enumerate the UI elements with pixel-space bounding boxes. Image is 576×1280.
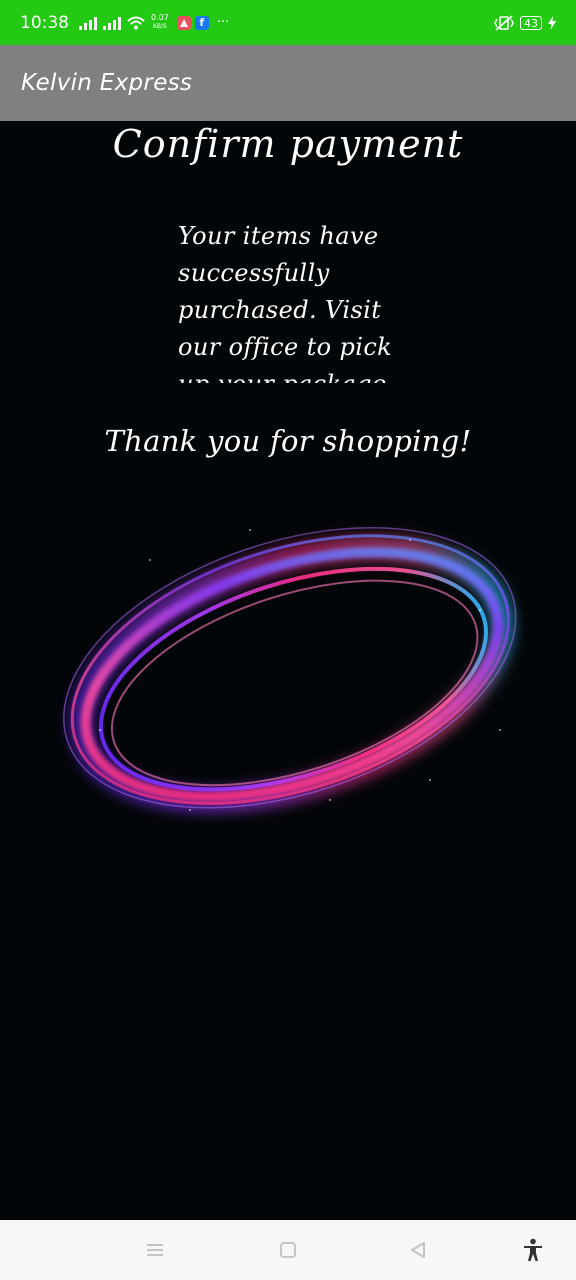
notification-app-icon bbox=[176, 15, 191, 30]
vibrate-icon bbox=[494, 14, 514, 31]
back-button[interactable] bbox=[383, 1220, 453, 1280]
status-right-group: 43 bbox=[494, 14, 556, 31]
status-bar: 10:38 0.07 KB/S f ··· 43 bbox=[0, 0, 576, 45]
app-title: Kelvin Express bbox=[21, 70, 193, 96]
network-speed-value: 0.07 bbox=[151, 13, 169, 22]
back-icon bbox=[411, 1242, 425, 1258]
home-button[interactable] bbox=[253, 1220, 323, 1280]
confirmation-message: Your items have successfully purchased. … bbox=[178, 222, 393, 383]
battery-icon: 43 bbox=[520, 15, 542, 30]
network-speed-unit: KB/S bbox=[152, 23, 167, 30]
glowing-ring-image bbox=[63, 527, 517, 814]
menu-icon bbox=[147, 1244, 163, 1256]
app-bar: Kelvin Express bbox=[0, 45, 576, 121]
facebook-icon: f bbox=[194, 15, 209, 30]
menu-button[interactable] bbox=[120, 1220, 190, 1280]
accessibility-button[interactable] bbox=[498, 1220, 568, 1280]
page-title: Confirm payment bbox=[112, 122, 464, 166]
screen: 10:38 0.07 KB/S f ··· 43 Kelvin Express … bbox=[0, 0, 576, 1280]
home-icon bbox=[280, 1242, 296, 1258]
signal-icon bbox=[79, 16, 97, 30]
battery-level: 43 bbox=[524, 16, 538, 30]
charging-icon bbox=[548, 15, 556, 30]
status-time: 10:38 bbox=[20, 12, 69, 33]
message-scroll-area[interactable]: Your items have successfully purchased. … bbox=[178, 218, 408, 383]
network-speed: 0.07 KB/S bbox=[151, 14, 169, 31]
wifi-icon bbox=[127, 16, 145, 29]
navigation-bar bbox=[0, 1220, 576, 1280]
signal-icon bbox=[103, 16, 121, 30]
more-notifications-icon: ··· bbox=[216, 15, 230, 30]
thank-you-text: Thank you for shopping! bbox=[104, 424, 472, 458]
accessibility-icon bbox=[524, 1238, 542, 1261]
